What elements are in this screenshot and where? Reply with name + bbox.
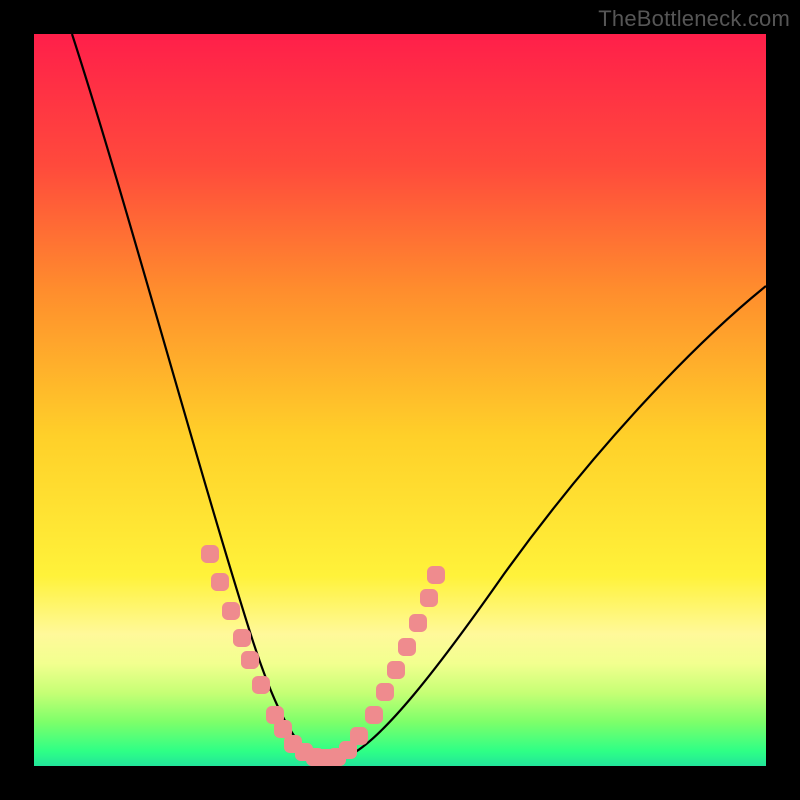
curve-marker xyxy=(420,589,438,607)
curve-marker xyxy=(241,651,259,669)
curve-marker xyxy=(222,602,240,620)
curve-marker xyxy=(211,573,229,591)
plot-area xyxy=(34,34,766,766)
curve-marker xyxy=(409,614,427,632)
bottleneck-curve xyxy=(72,34,766,760)
chart-frame: TheBottleneck.com xyxy=(0,0,800,800)
curve-marker xyxy=(350,727,368,745)
curve-marker xyxy=(398,638,416,656)
curve-marker xyxy=(201,545,219,563)
curve-marker xyxy=(233,629,251,647)
chart-svg xyxy=(34,34,766,766)
curve-marker xyxy=(252,676,270,694)
curve-marker xyxy=(427,566,445,584)
marker-band xyxy=(201,545,445,766)
curve-marker xyxy=(365,706,383,724)
curve-marker xyxy=(376,683,394,701)
curve-marker xyxy=(387,661,405,679)
watermark-text: TheBottleneck.com xyxy=(598,6,790,32)
